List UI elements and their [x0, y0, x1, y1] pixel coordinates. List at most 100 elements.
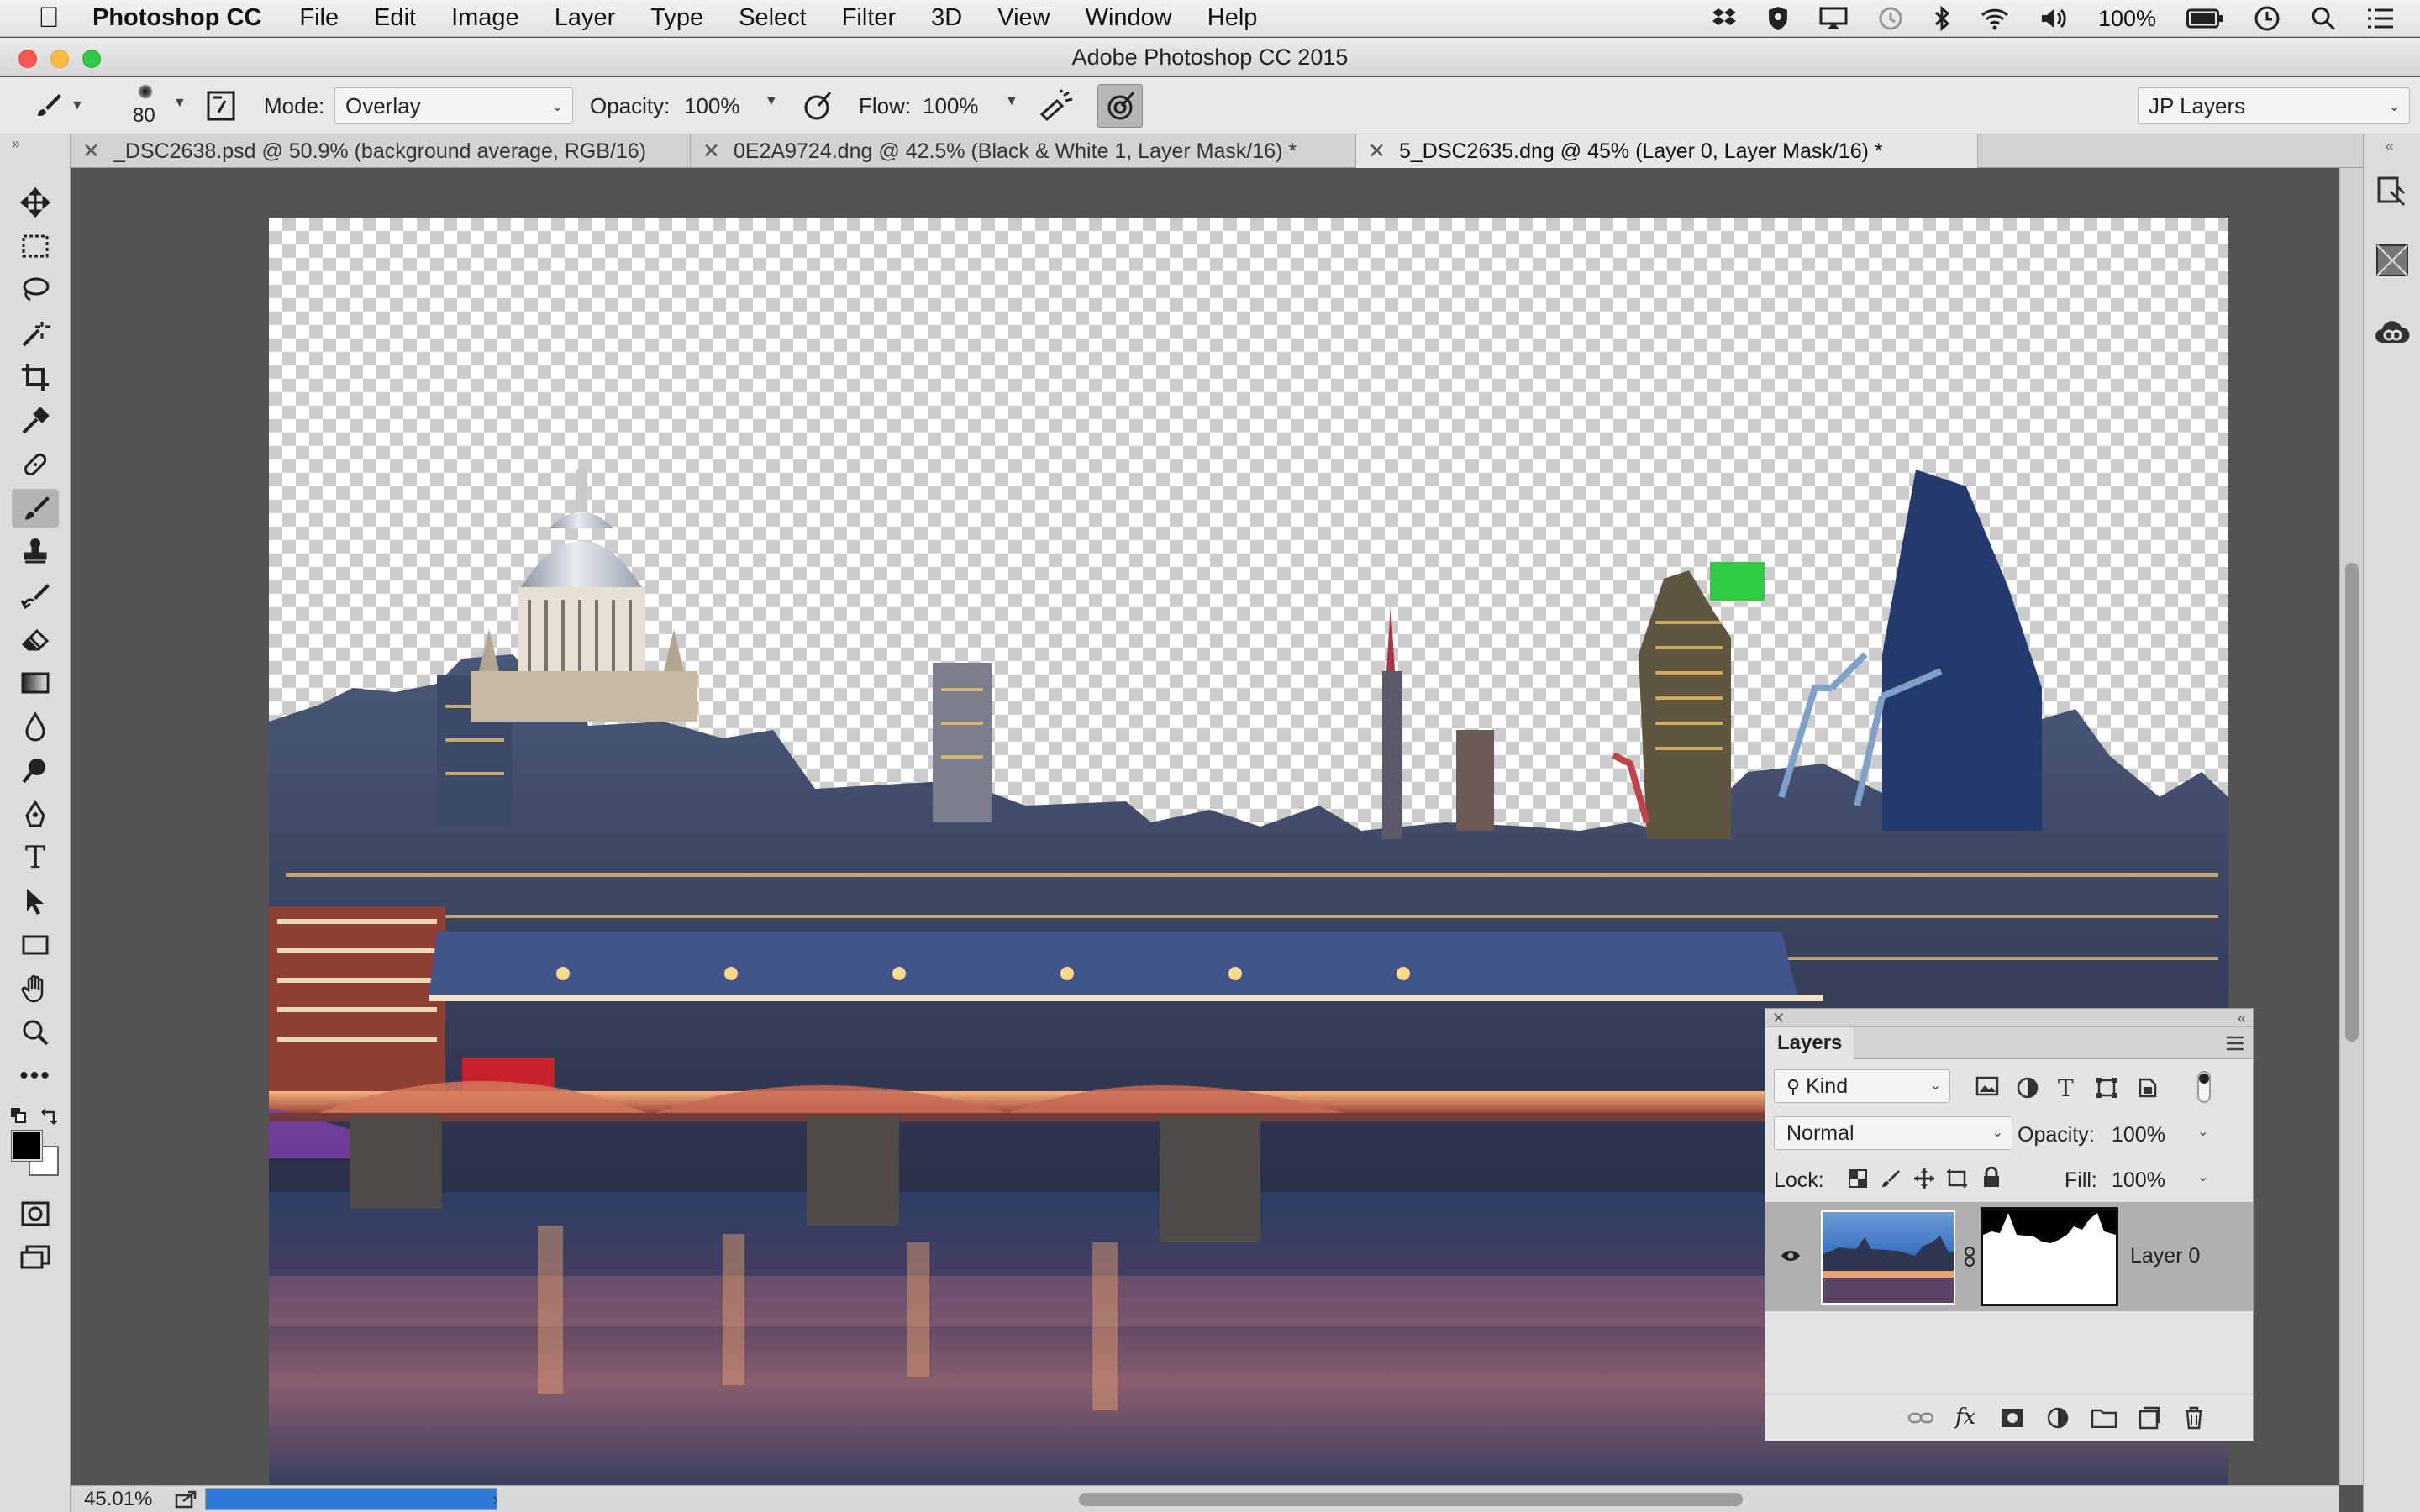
filter-pixel-icon[interactable]: [1975, 1076, 1999, 1098]
lock-image-pixels-icon[interactable]: [1880, 1168, 1902, 1189]
tool-preset-picker[interactable]: ▼: [34, 86, 94, 126]
path-selection-tool[interactable]: [12, 882, 59, 921]
document-tab[interactable]: ✕ _DSC2638.psd @ 50.9% (background averag…: [71, 134, 691, 168]
dodge-tool[interactable]: [12, 751, 59, 790]
bluetooth-icon[interactable]: [1933, 6, 1950, 31]
lasso-tool[interactable]: [12, 270, 59, 309]
quick-mask-mode[interactable]: [12, 1194, 59, 1233]
clock-icon[interactable]: [2254, 5, 2281, 32]
history-brush-tool[interactable]: [12, 576, 59, 615]
new-layer-icon[interactable]: [2137, 1406, 2160, 1430]
flow-dropdown-arrow[interactable]: ▼: [1005, 94, 1018, 109]
menu-file[interactable]: File: [299, 4, 339, 32]
marquee-tool[interactable]: [12, 227, 59, 265]
expand-panels-icon[interactable]: «: [2386, 138, 2394, 155]
workspace-dropdown[interactable]: JP Layers ⌄: [2138, 87, 2410, 124]
close-window-button[interactable]: [18, 50, 37, 68]
eyedropper-tool[interactable]: [12, 402, 59, 440]
properties-panel-button[interactable]: [2372, 171, 2412, 212]
pressure-size-toggle[interactable]: [1097, 84, 1143, 128]
brush-size-picker[interactable]: 80 ▼: [126, 81, 187, 131]
document-tab[interactable]: ✕ 0E2A9724.dng @ 42.5% (Black & White 1, …: [691, 134, 1356, 168]
zoom-tool[interactable]: [12, 1013, 59, 1052]
close-tab-icon[interactable]: ✕: [702, 139, 720, 163]
dropbox-icon[interactable]: [1712, 7, 1737, 30]
lock-artboard-icon[interactable]: [1945, 1168, 1969, 1189]
close-panel-icon[interactable]: ✕: [1772, 1009, 1785, 1027]
vertical-scroll-thumb[interactable]: [2345, 563, 2359, 1042]
fill-value[interactable]: 100%: [2112, 1168, 2165, 1193]
menu-layer[interactable]: Layer: [555, 4, 616, 32]
blur-tool[interactable]: [12, 707, 59, 746]
eye-icon[interactable]: [1781, 1249, 1801, 1263]
fill-arrow[interactable]: ⌄: [2197, 1168, 2208, 1185]
app-menu[interactable]: Photoshop CC: [92, 4, 261, 32]
shield-icon[interactable]: [1767, 6, 1789, 31]
layer-opacity-arrow[interactable]: ⌄: [2197, 1123, 2208, 1140]
tab-layers[interactable]: Layers: [1765, 1027, 1855, 1059]
default-colors-button[interactable]: [10, 1107, 27, 1124]
tools-panel-collapse[interactable]: »: [0, 134, 70, 153]
layer-mask-thumbnail[interactable]: [1981, 1207, 2118, 1306]
menu-view[interactable]: View: [997, 4, 1050, 32]
menu-help[interactable]: Help: [1207, 4, 1258, 32]
filter-smart-object-icon[interactable]: [2135, 1076, 2159, 1100]
layer-thumbnail[interactable]: [1821, 1210, 1955, 1305]
mask-link-icon[interactable]: [1964, 1246, 1975, 1268]
close-tab-icon[interactable]: ✕: [82, 139, 100, 163]
filter-adjustment-icon[interactable]: [2016, 1076, 2039, 1100]
document-tab-active[interactable]: ✕ 5_DSC2635.dng @ 45% (Layer 0, Layer Mas…: [1356, 134, 1978, 168]
zoom-window-button[interactable]: [82, 50, 101, 68]
new-adjustment-layer-icon[interactable]: [2046, 1406, 2070, 1430]
menu-type[interactable]: Type: [650, 4, 703, 32]
add-mask-icon[interactable]: [2001, 1408, 2024, 1428]
hand-tool[interactable]: [12, 969, 59, 1008]
lock-all-icon[interactable]: [1982, 1167, 2001, 1189]
navigator-panel-button[interactable]: [2372, 240, 2412, 281]
menu-edit[interactable]: Edit: [374, 4, 416, 32]
horizontal-scroll-thumb[interactable]: [1079, 1493, 1743, 1506]
layer-row[interactable]: Layer 0: [1765, 1202, 2253, 1311]
menu-filter[interactable]: Filter: [842, 4, 896, 32]
status-info-arrow[interactable]: ›: [492, 1486, 498, 1512]
notification-center-icon[interactable]: [2366, 7, 2395, 30]
panel-menu-icon[interactable]: [2226, 1036, 2244, 1051]
close-tab-icon[interactable]: ✕: [1368, 139, 1386, 163]
eraser-tool[interactable]: [12, 620, 59, 659]
filter-shape-icon[interactable]: [2095, 1076, 2118, 1100]
gradient-tool[interactable]: [12, 664, 59, 702]
volume-icon[interactable]: [2039, 7, 2068, 30]
layer-filter-kind[interactable]: ⚲ Kind ⌄: [1774, 1069, 1950, 1103]
airplay-icon[interactable]: [1819, 7, 1848, 30]
blend-mode-dropdown[interactable]: Normal ⌄: [1774, 1116, 2012, 1150]
pen-tool[interactable]: [12, 795, 59, 833]
lock-transparent-pixels-icon[interactable]: [1848, 1168, 1868, 1189]
minimize-window-button[interactable]: [50, 50, 69, 68]
airbrush-icon[interactable]: [1039, 89, 1076, 123]
foreground-color-swatch[interactable]: [11, 1130, 43, 1162]
spotlight-search-icon[interactable]: [2311, 6, 2336, 31]
move-tool[interactable]: [12, 183, 59, 222]
battery-icon[interactable]: [2186, 8, 2223, 29]
new-group-icon[interactable]: [2091, 1408, 2117, 1428]
battery-percent[interactable]: 100%: [2098, 6, 2156, 32]
filter-type-icon[interactable]: T: [2058, 1074, 2074, 1102]
opacity-dropdown-arrow[interactable]: ▼: [765, 94, 778, 109]
menu-window[interactable]: Window: [1086, 4, 1172, 32]
mode-dropdown[interactable]: Overlay ⌄: [334, 87, 573, 124]
opacity-value[interactable]: 100%: [684, 77, 740, 134]
menu-3d[interactable]: 3D: [931, 4, 962, 32]
swap-colors-button[interactable]: [40, 1105, 60, 1126]
type-tool[interactable]: T: [12, 838, 59, 877]
flow-value[interactable]: 100%: [923, 77, 979, 134]
screen-mode[interactable]: [12, 1238, 59, 1277]
rectangle-tool[interactable]: [12, 926, 59, 964]
share-icon[interactable]: [175, 1490, 197, 1509]
quick-selection-tool[interactable]: [12, 314, 59, 353]
filter-toggle-switch[interactable]: [2197, 1071, 2211, 1103]
link-layers-icon[interactable]: [1908, 1410, 1933, 1426]
menu-select[interactable]: Select: [739, 4, 807, 32]
libraries-panel-button[interactable]: [2372, 312, 2412, 353]
menu-image[interactable]: Image: [451, 4, 519, 32]
time-machine-icon[interactable]: [1878, 6, 1903, 31]
